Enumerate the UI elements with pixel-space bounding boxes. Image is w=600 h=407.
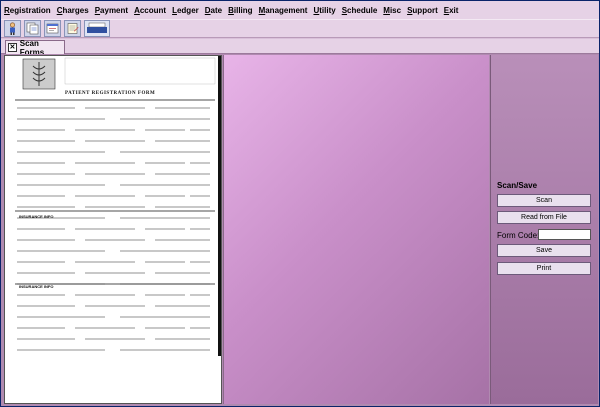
menu-schedule[interactable]: Schedule xyxy=(342,6,378,15)
close-tab-icon[interactable]: ✕ xyxy=(8,43,17,52)
form-code-label: Form Code: xyxy=(497,231,540,240)
menu-utility[interactable]: Utility xyxy=(313,6,335,15)
notepad-icon xyxy=(67,23,79,34)
scan-save-panel: Scan/Save Scan Read from File Form Code:… xyxy=(490,55,598,404)
save-button[interactable]: Save xyxy=(497,244,591,257)
menu-support[interactable]: Support xyxy=(407,6,438,15)
documents-button[interactable] xyxy=(24,20,41,37)
form-code-input[interactable] xyxy=(538,229,591,240)
person-icon xyxy=(9,22,16,35)
app-window: Registration Charges Payment Account Led… xyxy=(1,1,599,406)
menu-date[interactable]: Date xyxy=(205,6,222,15)
documents-icon xyxy=(26,22,39,35)
menu-charges[interactable]: Charges xyxy=(57,6,89,15)
menu-account[interactable]: Account xyxy=(134,6,166,15)
person-button[interactable] xyxy=(4,20,21,37)
menu-payment[interactable]: Payment xyxy=(95,6,128,15)
menu-billing[interactable]: Billing xyxy=(228,6,252,15)
print-icon xyxy=(87,22,107,33)
menu-bar: Registration Charges Payment Account Led… xyxy=(1,1,599,19)
image-viewer-pane xyxy=(223,55,489,404)
menu-misc[interactable]: Misc xyxy=(383,6,401,15)
edit-form-button[interactable] xyxy=(44,20,61,37)
tab-strip: ✕ Scan Forms xyxy=(1,39,599,57)
notepad-button[interactable] xyxy=(64,20,81,37)
scanned-form-image xyxy=(15,56,221,356)
edit-form-icon xyxy=(46,23,59,34)
read-from-file-button[interactable]: Read from File xyxy=(497,211,591,224)
content-area: PATIENT REGISTRATION FORM INSURANCE INFO… xyxy=(1,54,599,406)
scanned-document-preview: PATIENT REGISTRATION FORM INSURANCE INFO… xyxy=(4,55,222,404)
menu-registration[interactable]: Registration xyxy=(4,6,51,15)
tab-scan-forms[interactable]: ✕ Scan Forms xyxy=(5,39,65,57)
insurance-section-1: INSURANCE INFO xyxy=(19,214,54,219)
print-button[interactable] xyxy=(84,20,110,37)
scan-button[interactable]: Scan xyxy=(497,194,591,207)
insurance-section-2: INSURANCE INFO xyxy=(19,284,54,289)
toolbar xyxy=(1,19,599,38)
scan-save-title: Scan/Save xyxy=(497,181,538,190)
form-field-lines xyxy=(17,107,210,351)
print-button[interactable]: Print xyxy=(497,262,591,275)
form-title: PATIENT REGISTRATION FORM xyxy=(65,91,156,96)
menu-exit[interactable]: Exit xyxy=(444,6,459,15)
menu-management[interactable]: Management xyxy=(259,6,308,15)
menu-ledger[interactable]: Ledger xyxy=(172,6,199,15)
